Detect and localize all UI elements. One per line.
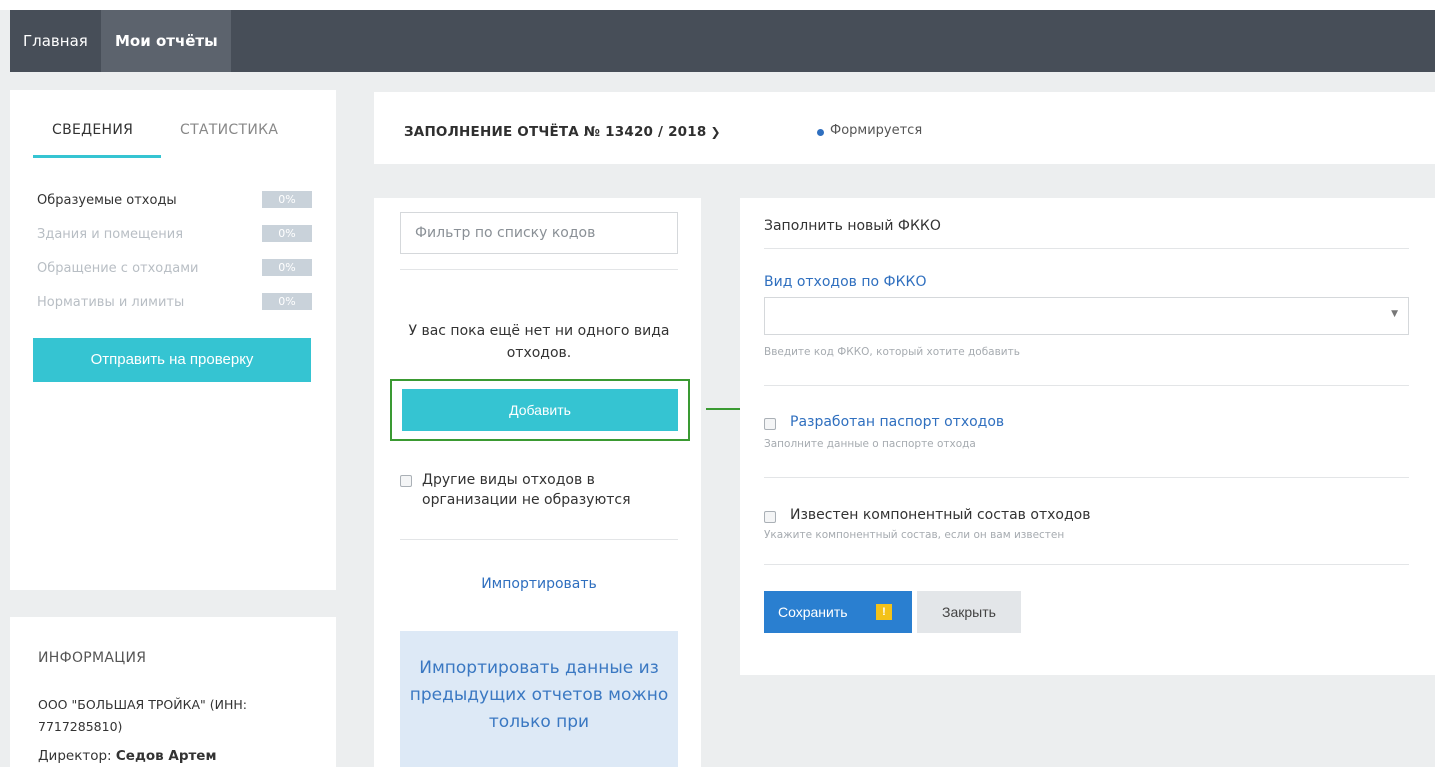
composition-checkbox[interactable] [764,511,776,523]
sidebar-item-label: Нормативы и лимиты [37,295,185,310]
director-name: Седов Артем [115,748,217,764]
sidebar-card: СВЕДЕНИЯ СТАТИСТИКА Образуемые отходы 0%… [10,90,336,590]
passport-checkbox[interactable] [764,418,776,430]
progress-badge: 0% [262,225,312,242]
other-waste-label: Другие виды отходов в организации не обр… [422,472,631,508]
top-strip [0,0,1435,10]
divider [400,539,678,540]
divider [764,564,1409,565]
sidebar-item-waste-handling[interactable]: Обращение с отходами 0% [37,259,327,279]
progress-badge: 0% [262,259,312,276]
add-button[interactable]: Добавить [402,389,678,431]
passport-hint: Заполните данные о паспорте отхода [764,438,976,450]
other-waste-checkbox[interactable] [400,475,412,487]
empty-state-text: У вас пока ещё нет ни одного вида отходо… [408,323,670,361]
sidebar-item-buildings[interactable]: Здания и помещения 0% [37,225,327,245]
info-title: ИНФОРМАЦИЯ [38,650,147,666]
form-title: Заполнить новый ФККО [764,218,941,234]
sidebar-item-norms-limits[interactable]: Нормативы и лимиты 0% [37,293,327,313]
progress-badge: 0% [262,191,312,208]
report-status: Формируется [830,123,923,138]
nav-my-reports-link[interactable]: Мои отчёты [101,10,231,72]
nav-home-link[interactable]: Главная [10,10,100,72]
info-card: ИНФОРМАЦИЯ ООО "БОЛЬШАЯ ТРОЙКА" (ИНН: 77… [10,617,336,767]
select-hint: Введите код ФККО, который хотите добавит… [764,346,1020,358]
active-tab-indicator [33,155,161,158]
import-notice-text: Импортировать данные из предыдущих отчет… [409,658,669,732]
import-notice: Импортировать данные из предыдущих отчет… [400,631,678,767]
report-title-dropdown[interactable]: ЗАПОЛНЕНИЕ ОТЧЁТА № 13420 / 2018 ❯ [404,124,721,140]
save-button[interactable]: Сохранить ! [764,591,912,633]
highlight-frame: Добавить [390,379,690,441]
director-label: Директор: [38,748,112,764]
divider [764,248,1409,249]
report-title: ЗАПОЛНЕНИЕ ОТЧЁТА № 13420 / 2018 [404,124,707,140]
save-button-label: Сохранить [778,604,848,620]
caret-down-icon: ▼ [1391,309,1398,319]
tab-statistics[interactable]: СТАТИСТИКА [180,122,278,138]
import-link[interactable]: Импортировать [400,576,678,592]
passport-label[interactable]: Разработан паспорт отходов [790,414,1004,430]
chevron-down-icon: ❯ [710,125,721,139]
waste-list-panel: У вас пока ещё нет ни одного вида отходо… [374,198,701,767]
composition-hint: Укажите компонентный состав, если он вам… [764,529,1065,541]
report-header-card: ЗАПОЛНЕНИЕ ОТЧЁТА № 13420 / 2018 ❯ Формир… [374,92,1435,164]
sidebar-item-label: Обращение с отходами [37,261,199,276]
close-button[interactable]: Закрыть [917,591,1021,633]
status-dot-icon [817,129,824,136]
divider [764,477,1409,478]
sidebar-item-label: Образуемые отходы [37,193,177,208]
new-fkko-form: Заполнить новый ФККО Вид отходов по ФККО… [740,198,1435,675]
progress-badge: 0% [262,293,312,310]
fkko-waste-type-select[interactable]: ▼ [764,297,1409,335]
tab-info[interactable]: СВЕДЕНИЯ [52,122,133,138]
divider [400,269,678,270]
director-line: Директор: Седов Артем [38,748,217,764]
warning-icon: ! [876,604,892,620]
sidebar-item-generated-waste[interactable]: Образуемые отходы 0% [37,191,327,211]
fkko-waste-type-label: Вид отходов по ФККО [764,274,927,290]
send-for-review-button[interactable]: Отправить на проверку [33,338,311,382]
organization-name: ООО "БОЛЬШАЯ ТРОЙКА" (ИНН: 7717285810) [38,697,247,734]
divider [764,385,1409,386]
top-navbar: Главная Мои отчёты [10,10,1435,72]
code-filter-input[interactable] [400,212,678,254]
composition-label[interactable]: Известен компонентный состав отходов [790,507,1090,523]
sidebar-item-label: Здания и помещения [37,227,184,242]
